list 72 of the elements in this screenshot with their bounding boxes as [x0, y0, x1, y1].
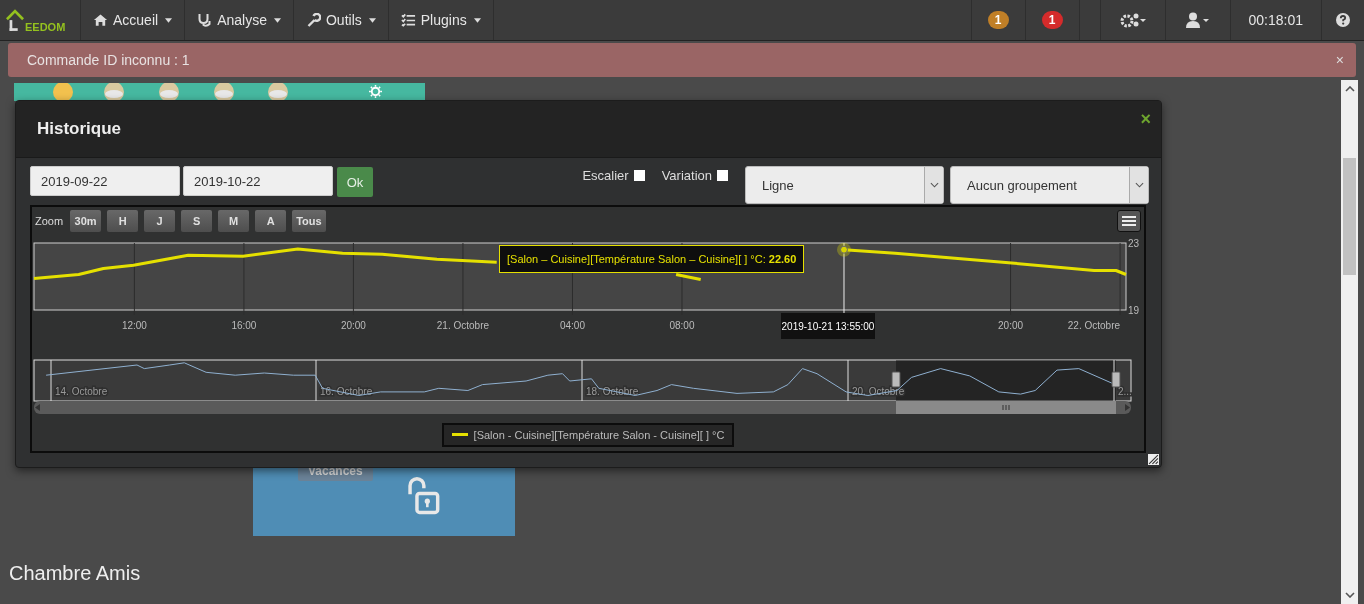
time-tooltip: 2019-10-21 13:55:00: [781, 313, 875, 339]
resize-handle-icon[interactable]: [1148, 454, 1159, 465]
x-axis-label: 16:00: [231, 320, 257, 331]
line-swatch-icon: [451, 433, 468, 437]
option-label: Variation: [661, 168, 712, 183]
chevron-down-icon: [929, 182, 939, 188]
checkbox[interactable]: [633, 170, 645, 181]
close-button[interactable]: ×: [1140, 108, 1151, 130]
y-axis-label: 19: [1128, 304, 1140, 316]
x-axis-label: 20:00: [340, 320, 366, 331]
caret-icon: [165, 17, 173, 23]
legend-item[interactable]: [Salon - Cuisine][Température Salon - Cuisine][ ] °C: [441, 423, 735, 447]
clock: 00:18:01: [1247, 12, 1304, 28]
caret-icon: [273, 17, 281, 23]
logo[interactable]: EEDOM: [0, 0, 81, 40]
value-tooltip: [Salon – Cuisine][Température Salon – Cuisine][ ] °C: 22.60: [499, 245, 805, 273]
page-scrollbar[interactable]: [1341, 80, 1358, 604]
nav-menu[interactable]: Plugins: [388, 0, 494, 40]
scrollbar-thumb[interactable]: [896, 401, 1116, 414]
zoom-label: Zoom: [35, 215, 64, 227]
close-button[interactable]: ×: [1335, 52, 1344, 68]
grouping-select[interactable]: Aucun groupement: [950, 166, 1149, 204]
option-label: Escalier: [582, 168, 629, 183]
caret-icon: [368, 17, 376, 23]
end-date-field[interactable]: 2019-10-22: [183, 166, 333, 196]
x-axis-label: 22. Octobre: [1067, 320, 1121, 331]
hover-point-marker: [837, 242, 851, 257]
stethoscope-icon: [197, 13, 213, 27]
crosshair-line: [843, 242, 845, 314]
range-handle[interactable]: [1111, 371, 1121, 388]
scroll-up-icon[interactable]: [1344, 86, 1355, 92]
x-axis-label: 08:00: [669, 320, 695, 331]
notification-badge[interactable]: 1: [987, 11, 1009, 29]
zoom-button[interactable]: 30m: [70, 210, 102, 232]
zoom-button[interactable]: H: [107, 210, 139, 232]
notification-badge[interactable]: 1: [1041, 11, 1063, 29]
nav-menu[interactable]: Analyse: [185, 0, 294, 40]
wrench-icon: [305, 13, 321, 27]
range-handle[interactable]: [891, 371, 901, 388]
chevron-down-icon: [1134, 182, 1144, 188]
zoom-button[interactable]: J: [144, 210, 176, 232]
legend-label: [Salon - Cuisine][Température Salon - Cuisine][ ] °C: [473, 429, 725, 441]
section-heading: Chambre Amis: [9, 562, 142, 585]
scrollbar-thumb[interactable]: [1343, 158, 1356, 275]
weather-icon: [52, 83, 74, 101]
checkbox[interactable]: [717, 170, 728, 181]
help-icon: [1336, 13, 1350, 27]
zoom-button[interactable]: S: [181, 210, 213, 232]
x-axis-label: 04:00: [559, 320, 585, 331]
sun-icon: [369, 85, 382, 98]
zoom-button[interactable]: A: [255, 210, 287, 232]
zoom-button[interactable]: Tous: [292, 210, 326, 232]
x-axis-label: 21. Octobre: [436, 320, 490, 331]
scroll-down-icon[interactable]: [1344, 592, 1355, 598]
checklist-icon: [400, 13, 416, 27]
navigator-date-label: 14. Octobre: [55, 386, 108, 397]
menu-icon: [1122, 216, 1136, 226]
chart-menu-button[interactable]: [1117, 210, 1141, 232]
ok-button[interactable]: Ok: [337, 167, 373, 197]
start-date-field[interactable]: 2019-09-22: [30, 166, 180, 196]
home-icon: [93, 13, 108, 27]
dialog-title: Historique: [37, 119, 122, 139]
zoom-button[interactable]: M: [218, 210, 250, 232]
chart-type-select[interactable]: Ligne: [745, 166, 944, 204]
y-axis-label: 23: [1128, 237, 1140, 249]
nav-menu[interactable]: Outils: [293, 0, 389, 40]
x-axis-label: 12:00: [121, 320, 147, 331]
nav-menu[interactable]: Accueil: [81, 0, 186, 40]
caret-icon: [473, 17, 481, 23]
alert-message: Commande ID inconnu : 1: [27, 52, 190, 68]
x-axis-label: 20:00: [998, 320, 1024, 331]
house-logo-icon: [6, 8, 24, 34]
